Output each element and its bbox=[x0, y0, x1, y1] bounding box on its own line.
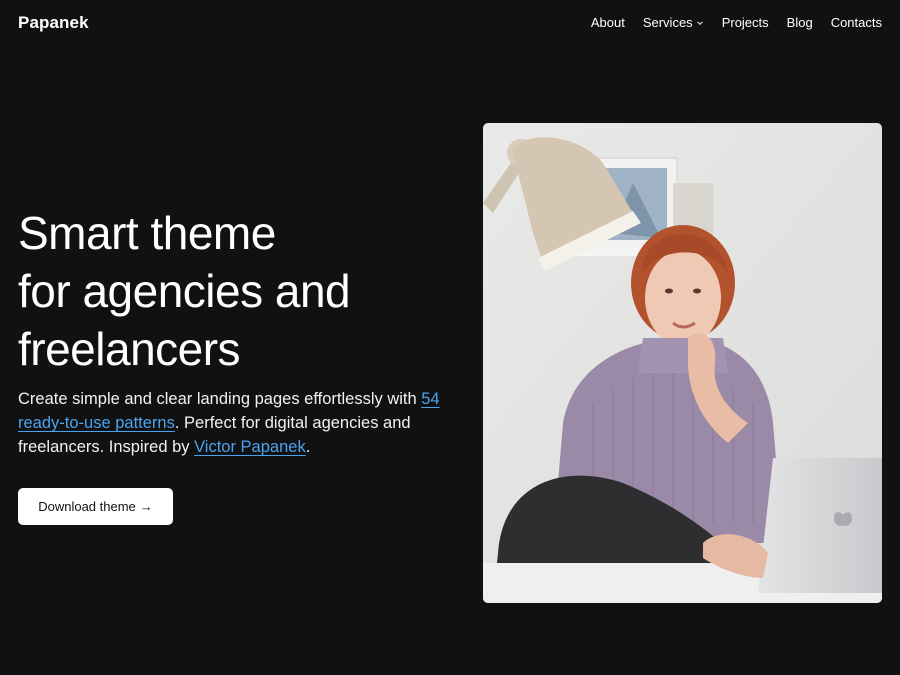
download-theme-button[interactable]: Download theme → bbox=[18, 488, 173, 525]
chevron-down-icon bbox=[696, 20, 703, 25]
lead-text: Create simple and clear landing pages ef… bbox=[18, 390, 422, 408]
nav-projects-label: Projects bbox=[721, 15, 769, 30]
site-header: Papanek About Services Projects Blog Con… bbox=[0, 0, 900, 46]
main-nav: About Services Projects Blog Contacts bbox=[591, 15, 882, 30]
hero-title: Smart theme for agencies and freelancers bbox=[18, 204, 438, 378]
hero-photo bbox=[483, 123, 882, 603]
nav-about-label: About bbox=[590, 15, 625, 30]
site-logo[interactable]: Papanek bbox=[18, 13, 89, 33]
download-button-label: Download theme bbox=[38, 499, 136, 514]
nav-contacts[interactable]: Contacts bbox=[831, 15, 882, 30]
hero-title-line: for agencies and bbox=[18, 265, 351, 317]
hero-description: Create simple and clear landing pages ef… bbox=[18, 387, 448, 459]
nav-services-label: Services bbox=[642, 15, 693, 30]
nav-about[interactable]: About bbox=[591, 15, 625, 30]
hero-title-line: freelancers bbox=[18, 323, 241, 375]
nav-projects[interactable]: Projects bbox=[722, 15, 769, 30]
nav-services[interactable]: Services bbox=[643, 15, 704, 30]
nav-blog[interactable]: Blog bbox=[787, 15, 813, 30]
nav-blog-label: Blog bbox=[786, 15, 813, 30]
woman-with-laptop-image bbox=[483, 123, 882, 603]
hero-title-line: Smart theme bbox=[18, 207, 276, 259]
victor-papanek-link[interactable]: Victor Papanek bbox=[194, 438, 306, 456]
arrow-right-icon: → bbox=[139, 499, 153, 514]
nav-contacts-label: Contacts bbox=[830, 15, 882, 30]
lead-text: . bbox=[305, 438, 311, 456]
